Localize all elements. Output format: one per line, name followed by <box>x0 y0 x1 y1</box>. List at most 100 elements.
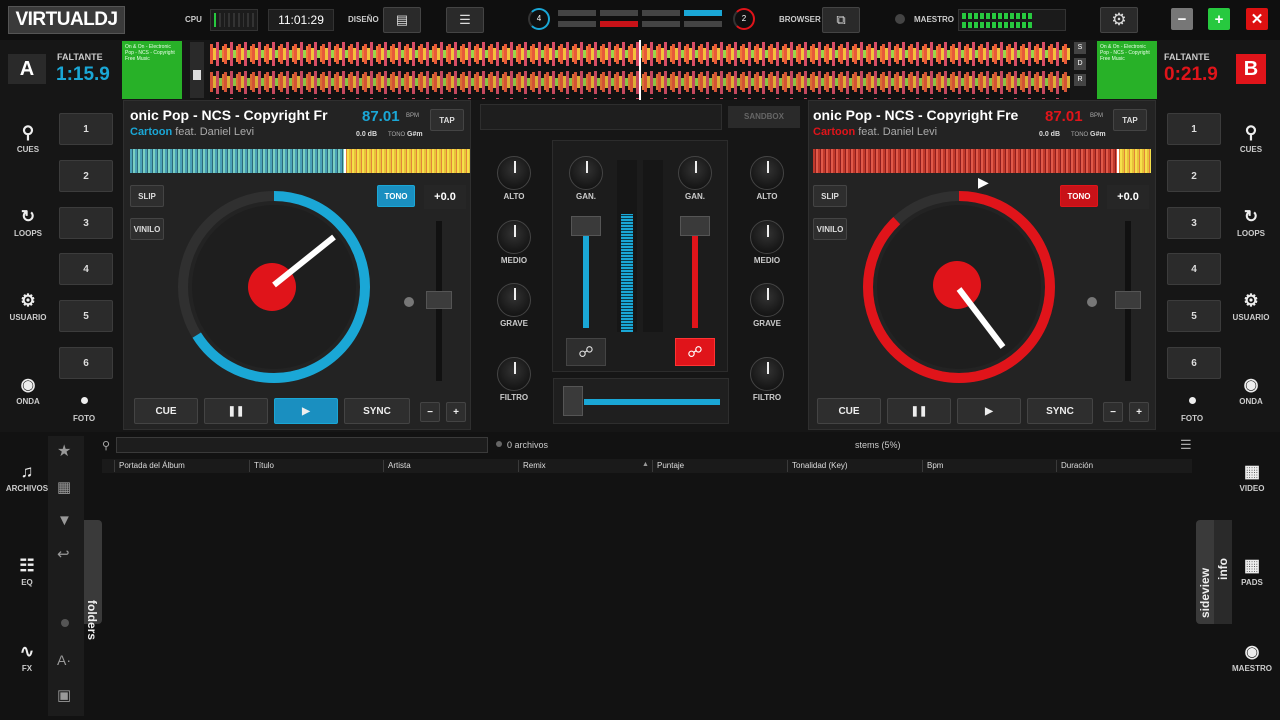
deck-slot-1[interactable] <box>558 10 596 16</box>
deck-b-vinyl-button[interactable]: VINILO <box>813 218 847 240</box>
sidebar-wave-right[interactable]: ◉ ONDA <box>1228 375 1274 406</box>
design-button[interactable]: ▤ <box>383 7 421 33</box>
sidebar-loops-right[interactable]: ↻ LOOPS <box>1228 207 1274 238</box>
scrolling-waveform[interactable] <box>210 40 1070 100</box>
sidebar-video[interactable]: ▦ VIDEO <box>1229 462 1275 493</box>
crossfader-knob[interactable] <box>563 386 583 416</box>
sidebar-master[interactable]: ◉ MAESTRO <box>1229 642 1275 673</box>
pad-a-1[interactable]: 1 <box>59 113 113 145</box>
headphone-cue-a[interactable]: ☍ <box>566 338 606 366</box>
deck-right-indicator[interactable]: 2 <box>733 8 755 30</box>
deck-left-indicator[interactable]: 4 <box>528 8 550 30</box>
deck-b-pitch-plus[interactable]: + <box>1129 402 1149 422</box>
deck-b-slip-button[interactable]: SLIP <box>813 185 847 207</box>
pad-b-6[interactable]: 6 <box>1167 347 1221 379</box>
eq-high-b[interactable] <box>750 156 784 190</box>
minimize-button[interactable]: − <box>1171 8 1193 30</box>
star-icon[interactable]: ★ <box>57 441 71 461</box>
settings-button[interactable]: ⚙ <box>1100 7 1138 33</box>
sidebar-cues-right[interactable]: ⚲ CUES <box>1228 123 1274 154</box>
volume-b-fader[interactable] <box>680 216 710 236</box>
deck-a-pitch-minus[interactable]: − <box>420 402 440 422</box>
mixer-view-button[interactable]: ☰ <box>446 7 484 33</box>
gain-a[interactable] <box>569 156 603 190</box>
deck-b-overview-waveform[interactable] <box>813 149 1151 173</box>
col-cover[interactable]: Portada del Álbum <box>114 460 249 472</box>
maximize-button[interactable]: + <box>1208 8 1230 30</box>
deck-b-jogwheel[interactable] <box>861 189 1057 385</box>
deck-slot-3[interactable] <box>600 10 638 16</box>
pad-b-4[interactable]: 4 <box>1167 253 1221 285</box>
sandbox-button[interactable]: SANDBOX <box>728 106 800 128</box>
deck-b-sync-button[interactable]: SYNC <box>1027 398 1093 424</box>
deck-a-letter[interactable]: A <box>8 54 46 84</box>
photo-dot-b[interactable] <box>1189 397 1196 404</box>
mode-d[interactable]: D <box>1074 58 1086 70</box>
deck-a-cue-button[interactable]: CUE <box>134 398 198 424</box>
headphone-cue-b[interactable]: ☍ <box>675 338 715 366</box>
eq-mid-b[interactable] <box>750 220 784 254</box>
browser-button[interactable]: ⧉ <box>822 7 860 33</box>
pad-b-1[interactable]: 1 <box>1167 113 1221 145</box>
deck-a-vinyl-button[interactable]: VINILO <box>130 218 164 240</box>
pad-b-2[interactable]: 2 <box>1167 160 1221 192</box>
pad-a-5[interactable]: 5 <box>59 300 113 332</box>
col-duration[interactable]: Duración <box>1056 460 1190 472</box>
deck-a-tap-button[interactable]: TAP <box>430 109 464 131</box>
pad-a-3[interactable]: 3 <box>59 207 113 239</box>
filter-icon[interactable]: ▼ <box>57 512 72 529</box>
deck-a-slip-button[interactable]: SLIP <box>130 185 164 207</box>
sidebar-fx[interactable]: ∿ FX <box>4 642 50 673</box>
deck-a-pitch-reset[interactable] <box>404 297 414 307</box>
deck-b-key-button[interactable]: TONO <box>1060 185 1098 207</box>
col-title[interactable]: Título <box>249 460 383 472</box>
eq-high-a[interactable] <box>497 156 531 190</box>
col-remix[interactable]: Remix <box>518 460 652 472</box>
pad-b-3[interactable]: 3 <box>1167 207 1221 239</box>
eq-low-a[interactable] <box>497 283 531 317</box>
col-key[interactable]: Tonalidad (Key) <box>787 460 922 472</box>
deck-b-play-button[interactable]: ▶ <box>957 398 1021 424</box>
col-bpm[interactable]: Bpm <box>922 460 1056 472</box>
deck-b-album-thumb[interactable]: On & On - Electronic Pop - NCS - Copyrig… <box>1097 41 1157 99</box>
folders-tab[interactable]: folders <box>84 520 102 640</box>
deck-a-key-button[interactable]: TONO <box>377 185 415 207</box>
mode-r[interactable]: R <box>1074 74 1086 86</box>
deck-a-pitch-slider[interactable] <box>426 291 452 309</box>
deck-b-pitch-minus[interactable]: − <box>1103 402 1123 422</box>
eq-mid-a[interactable] <box>497 220 531 254</box>
deck-a-mini-fader[interactable] <box>190 42 204 98</box>
volume-a-fader[interactable] <box>571 216 601 236</box>
search-input[interactable] <box>116 437 488 453</box>
sidebar-user-right[interactable]: ⚙ USUARIO <box>1228 291 1274 322</box>
deck-b-stutter-button[interactable]: ❚❚ <box>887 398 951 424</box>
pad-a-4[interactable]: 4 <box>59 253 113 285</box>
photo-dot-a[interactable] <box>81 397 88 404</box>
pad-a-6[interactable]: 6 <box>59 347 113 379</box>
sidebar-cues-left[interactable]: ⚲ CUES <box>5 123 51 154</box>
back-arrow-icon[interactable]: ↩ <box>57 545 70 563</box>
sidebar-wave-left[interactable]: ◉ ONDA <box>5 375 51 406</box>
filter-a[interactable] <box>497 357 531 391</box>
mode-s[interactable]: S <box>1074 42 1086 54</box>
filter-b[interactable] <box>750 357 784 391</box>
deck-b-tap-button[interactable]: TAP <box>1113 109 1147 131</box>
sidebar-files[interactable]: ♫ ARCHIVOS <box>4 462 50 493</box>
deck-a-play-button[interactable]: ▶ <box>274 398 338 424</box>
close-button[interactable]: ✕ <box>1246 8 1268 30</box>
deck-a-stutter-button[interactable]: ❚❚ <box>204 398 268 424</box>
deck-slot-7[interactable] <box>684 10 722 16</box>
deck-slot-5[interactable] <box>642 10 680 16</box>
sideview-tab[interactable]: sideview <box>1196 520 1214 624</box>
sidebar-eq[interactable]: ☷ EQ <box>4 556 50 587</box>
deck-b-cue-button[interactable]: CUE <box>817 398 881 424</box>
deck-b-pitch-reset[interactable] <box>1087 297 1097 307</box>
deck-a-sync-button[interactable]: SYNC <box>344 398 410 424</box>
deck-slot-6[interactable] <box>642 21 680 27</box>
add-folder-icon[interactable]: ▦ <box>57 478 71 496</box>
deck-slot-2[interactable] <box>558 21 596 27</box>
col-artist[interactable]: Artista <box>383 460 518 472</box>
sidebar-pads[interactable]: ▦ PADS <box>1229 556 1275 587</box>
pad-a-2[interactable]: 2 <box>59 160 113 192</box>
deck-slot-8[interactable] <box>684 21 722 27</box>
